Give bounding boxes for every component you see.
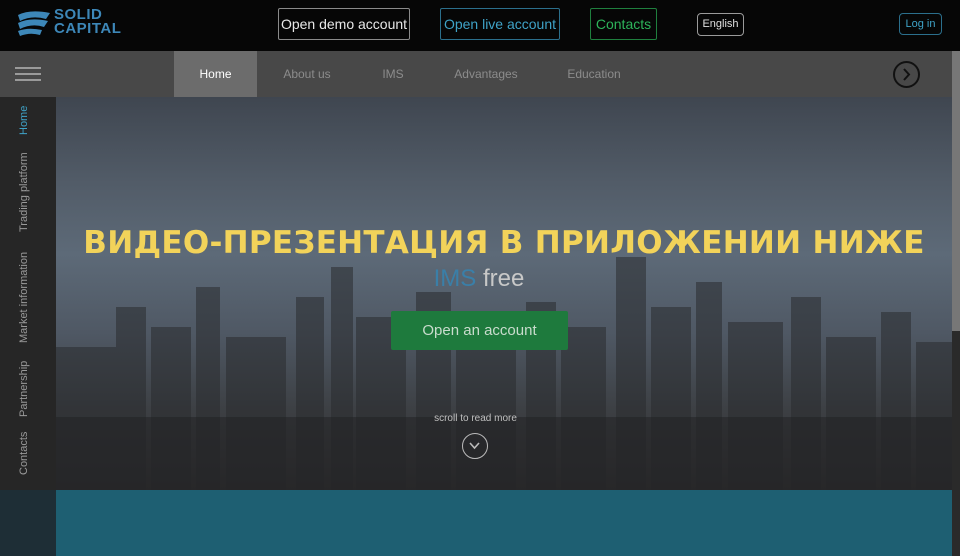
nav-item-home[interactable]: Home — [174, 51, 257, 97]
language-selector[interactable]: English — [697, 13, 744, 36]
chevron-right-icon — [903, 68, 911, 81]
nav-item-education[interactable]: Education — [558, 51, 630, 97]
contacts-button[interactable]: Contacts — [590, 8, 657, 40]
product-name-free: free — [482, 265, 525, 292]
nav-item-ims[interactable]: IMS — [370, 51, 416, 97]
scroll-down-button[interactable] — [462, 433, 488, 459]
login-button[interactable]: Log in — [899, 13, 942, 35]
hero-section: IMS free Open an account scroll to read … — [56, 97, 952, 490]
overlay-caption: ВИДЕО-ПРЕЗЕНТАЦИЯ В ПРИЛОЖЕНИИ НИЖЕ — [83, 225, 925, 261]
solid-capital-logo[interactable]: SOLID CAPITAL — [16, 7, 136, 40]
page-scrollbar-thumb[interactable] — [952, 51, 960, 331]
city-skyline-background — [56, 257, 952, 490]
logo-line2: CAPITAL — [54, 20, 122, 37]
nav-item-advantages[interactable]: Advantages — [446, 51, 526, 97]
open-live-account-button[interactable]: Open live account — [440, 8, 560, 40]
product-name-ims: IMS — [433, 265, 477, 292]
chevron-down-icon — [469, 442, 480, 450]
main-nav: Home About us IMS Advantages Education — [0, 51, 952, 97]
top-bar: SOLID CAPITAL Open demo account Open liv… — [0, 0, 960, 51]
scroll-hint: scroll to read more — [434, 413, 517, 424]
side-nav-footer — [0, 490, 56, 556]
next-section-teal — [56, 490, 952, 556]
nav-next-button[interactable] — [893, 61, 920, 88]
open-demo-account-button[interactable]: Open demo account — [278, 8, 410, 40]
nav-item-about-us[interactable]: About us — [272, 51, 342, 97]
hero-product-name: IMS free — [56, 265, 902, 293]
logo-wordmark: SOLID CAPITAL — [54, 7, 122, 37]
side-nav: Home Trading platform Market information… — [0, 97, 56, 490]
open-an-account-button[interactable]: Open an account — [391, 311, 568, 350]
side-nav-contacts[interactable]: Contacts — [16, 275, 32, 475]
